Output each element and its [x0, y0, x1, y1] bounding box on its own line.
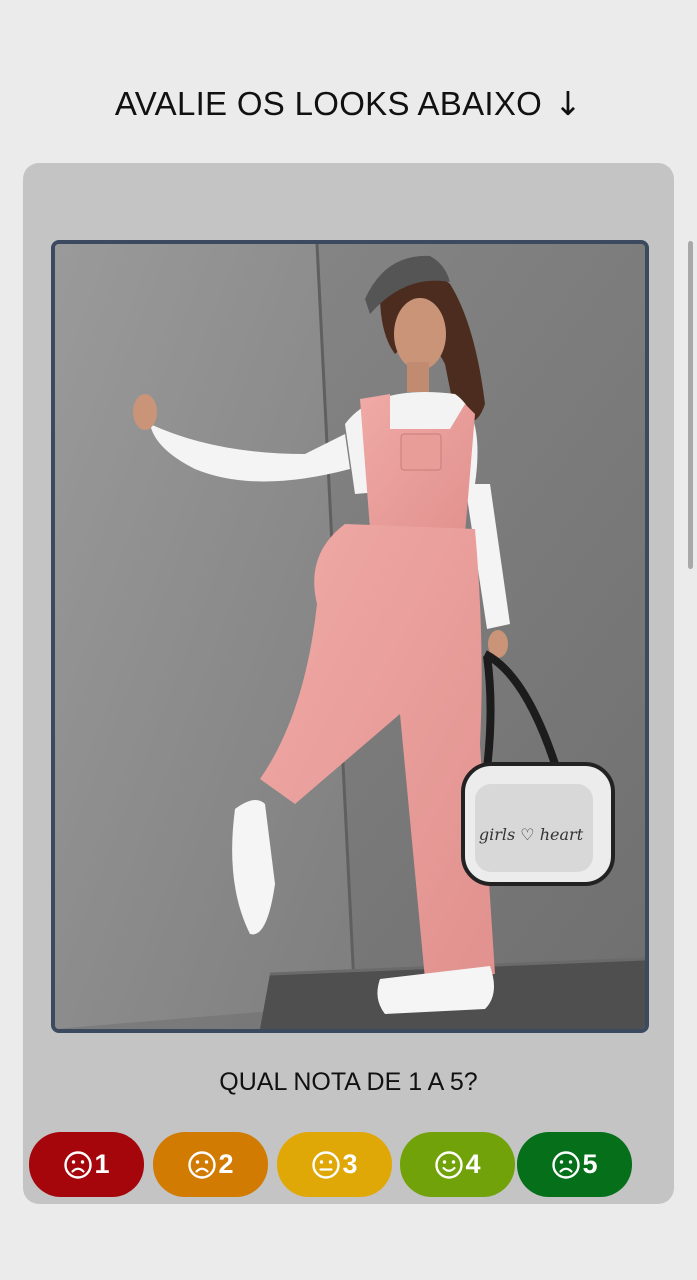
- rating-button-3[interactable]: 3: [277, 1132, 392, 1197]
- rating-button-4[interactable]: 4: [400, 1132, 515, 1197]
- rating-buttons: 1 2 3 4 5: [29, 1132, 633, 1197]
- rating-button-1[interactable]: 1: [29, 1132, 144, 1197]
- sad-face-icon: [552, 1150, 581, 1179]
- page: AVALIE OS LOOKS ABAIXO ↓ girls ♡ heart Q…: [0, 0, 697, 1280]
- rating-value: 5: [582, 1149, 598, 1179]
- rating-value: 4: [465, 1149, 481, 1179]
- rating-button-5[interactable]: 5: [517, 1132, 632, 1197]
- bag-text: girls ♡ heart: [479, 825, 584, 844]
- rating-button-2[interactable]: 2: [153, 1132, 268, 1197]
- rating-question: QUAL NOTA DE 1 A 5?: [219, 1068, 478, 1096]
- look-card: girls ♡ heart QUAL NOTA DE 1 A 5?: [23, 163, 674, 1204]
- rating-value: 3: [342, 1149, 358, 1179]
- rating-value: 2: [218, 1149, 234, 1179]
- sad-face-icon: [188, 1150, 217, 1179]
- happy-face-icon: [435, 1150, 464, 1179]
- look-photo: girls ♡ heart: [51, 240, 649, 1033]
- rating-value: 1: [94, 1149, 110, 1179]
- page-title-text: AVALIE OS LOOKS ABAIXO: [114, 85, 543, 122]
- scrollbar-thumb[interactable]: [688, 241, 693, 569]
- neutral-face-icon: [312, 1150, 341, 1179]
- sad-face-icon: [64, 1150, 93, 1179]
- page-title: AVALIE OS LOOKS ABAIXO ↓: [0, 84, 697, 123]
- arrow-down-icon: ↓: [554, 84, 583, 123]
